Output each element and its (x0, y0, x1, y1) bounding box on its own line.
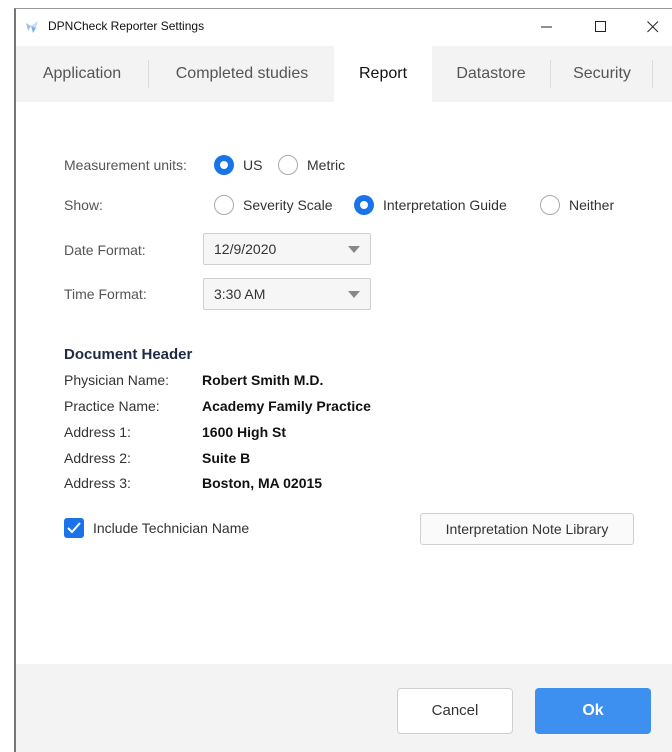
window-title: DPNCheck Reporter Settings (48, 19, 205, 33)
chevron-down-icon (348, 291, 360, 298)
tab-application[interactable]: Application (16, 46, 148, 102)
document-header-title: Document Header (64, 346, 193, 363)
measurement-units-label: Measurement units: (64, 157, 187, 173)
show-label: Show: (64, 197, 103, 213)
maximize-button[interactable] (578, 13, 624, 41)
app-icon (24, 18, 40, 34)
dialog-footer: Cancel Ok (16, 664, 672, 752)
address-2-value: Suite B (202, 450, 251, 466)
address-3-label: Address 3: (64, 475, 131, 491)
tab-report[interactable]: Report (334, 46, 432, 102)
checkmark-icon (67, 522, 81, 534)
title-bar[interactable]: DPNCheck Reporter Settings (16, 9, 672, 45)
date-format-dropdown[interactable]: 12/9/2020 (203, 233, 371, 265)
radio-interpretation-guide[interactable] (354, 195, 374, 215)
minimize-button[interactable] (524, 13, 570, 41)
date-format-label: Date Format: (64, 242, 146, 258)
physician-name-label: Physician Name: (64, 372, 170, 388)
tab-divider (652, 60, 653, 88)
address-1-label: Address 1: (64, 424, 131, 440)
practice-name-label: Practice Name: (64, 398, 160, 414)
radio-metric-label[interactable]: Metric (307, 157, 345, 173)
radio-neither-label[interactable]: Neither (569, 197, 614, 213)
tab-completed-studies[interactable]: Completed studies (150, 46, 334, 102)
physician-name-value: Robert Smith M.D. (202, 372, 324, 388)
tab-divider (148, 60, 149, 88)
tab-datastore[interactable]: Datastore (432, 46, 550, 102)
time-format-label: Time Format: (64, 286, 147, 302)
settings-window: DPNCheck Reporter Settings Application C… (14, 8, 672, 752)
radio-interpretation-guide-label[interactable]: Interpretation Guide (383, 197, 507, 213)
tab-strip: Application Completed studies Report Dat… (16, 46, 672, 102)
time-format-value: 3:30 AM (214, 286, 266, 302)
ok-button[interactable]: Ok (535, 688, 651, 734)
practice-name-value: Academy Family Practice (202, 398, 371, 414)
address-2-label: Address 2: (64, 450, 131, 466)
minimize-icon (541, 26, 552, 28)
radio-neither[interactable] (540, 195, 560, 215)
address-1-value: 1600 High St (202, 424, 287, 440)
radio-severity-scale[interactable] (214, 195, 234, 215)
date-format-value: 12/9/2020 (214, 241, 277, 257)
radio-severity-scale-label[interactable]: Severity Scale (243, 197, 332, 213)
chevron-down-icon (348, 246, 360, 253)
include-technician-checkbox[interactable] (64, 518, 84, 538)
tab-security[interactable]: Security (552, 46, 652, 102)
radio-us[interactable] (214, 155, 234, 175)
close-icon (647, 21, 659, 33)
include-technician-label[interactable]: Include Technician Name (93, 520, 249, 536)
radio-us-label[interactable]: US (243, 157, 262, 173)
time-format-dropdown[interactable]: 3:30 AM (203, 278, 371, 310)
interpretation-note-library-button[interactable]: Interpretation Note Library (420, 513, 634, 545)
radio-metric[interactable] (278, 155, 298, 175)
close-button[interactable] (630, 13, 672, 41)
address-3-value: Boston, MA 02015 (202, 475, 323, 491)
report-settings-panel: Measurement units: US Metric Show: Sever… (16, 102, 672, 664)
tab-divider (550, 60, 551, 88)
maximize-icon (595, 21, 606, 32)
cancel-button[interactable]: Cancel (397, 688, 513, 734)
